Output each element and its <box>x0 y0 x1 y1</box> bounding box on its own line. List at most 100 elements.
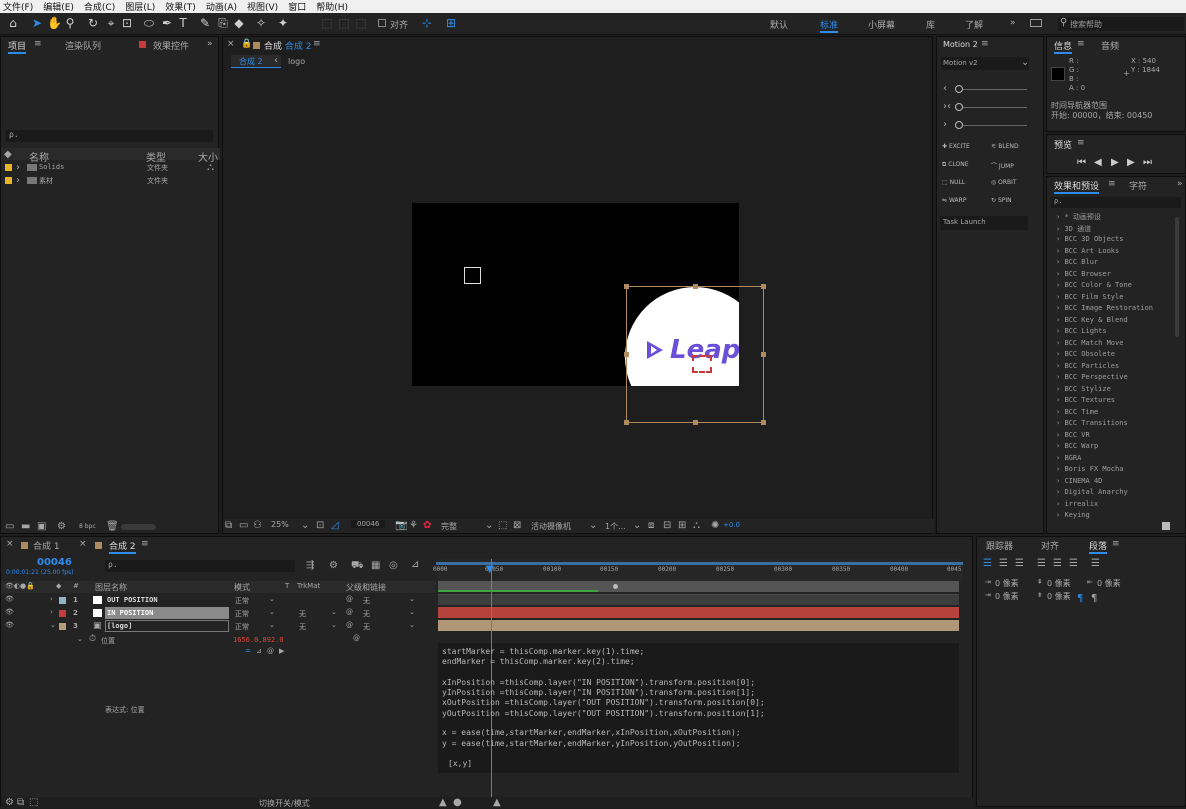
layer-name[interactable]: IN POSITION <box>107 609 153 617</box>
draft-3d-icon[interactable]: ⚙ <box>329 560 338 571</box>
views-select[interactable]: 1个... <box>605 521 626 532</box>
parent-select[interactable]: 无 <box>363 596 370 606</box>
slider-knob[interactable] <box>955 121 963 129</box>
effect-category[interactable]: › BCC Image Restoration <box>1056 304 1153 312</box>
zoom-out-icon[interactable]: ▲ <box>439 797 447 808</box>
menu-icon[interactable]: ≡ <box>313 39 321 49</box>
chevron-down-icon[interactable]: ⌄ <box>409 621 415 629</box>
space-after-value[interactable]: 0 像素 <box>1047 591 1071 602</box>
tab-preview[interactable]: 预览 <box>1054 138 1072 151</box>
vr-icon[interactable]: ⚇ <box>253 520 262 531</box>
align-center-icon[interactable]: ☰ <box>999 558 1008 569</box>
expression-graph-icon[interactable]: ⊿ <box>256 647 262 655</box>
trash-icon[interactable]: 🗑 <box>106 521 119 532</box>
workspace-standard[interactable]: 标准 <box>820 18 839 33</box>
expand-panes-icon[interactable]: ⧉ <box>17 797 24 808</box>
effect-category[interactable]: › BCC Blur <box>1056 258 1098 266</box>
mode-select[interactable]: 正常 <box>235 622 249 632</box>
panel-more-icon[interactable]: » <box>1177 179 1183 189</box>
chevron-down-icon[interactable]: ⌄ <box>77 635 83 643</box>
selection-tool-icon[interactable]: ➤ <box>30 16 44 30</box>
effects-search-input[interactable]: ρ. <box>1051 197 1181 208</box>
clone-stamp-tool-icon[interactable]: ⎘ <box>216 16 230 30</box>
menu-layer[interactable]: 图层(L) <box>125 0 155 13</box>
tab-effects-presets[interactable]: 效果和预设 <box>1054 179 1100 194</box>
transform-handle[interactable] <box>624 352 629 357</box>
col-t[interactable]: T <box>285 582 289 590</box>
snap-grid-icon[interactable]: ⊞ <box>444 16 458 30</box>
trkmat-select[interactable]: 无 <box>299 609 306 619</box>
chevron-down-icon[interactable]: ⌄ <box>50 621 56 629</box>
project-item[interactable]: › Solids 文件夹 ⛬ <box>1 162 220 174</box>
show-snapshot-icon[interactable]: ⚘ <box>409 520 418 531</box>
local-axis-icon[interactable]: ⬚ <box>320 16 334 30</box>
close-icon[interactable]: × <box>79 539 87 549</box>
brush-tool-icon[interactable]: ✎ <box>198 16 212 30</box>
type-tool-icon[interactable]: T <box>176 16 190 30</box>
breadcrumb-comp[interactable]: 合成 2 ‹ <box>231 55 281 68</box>
layer-name[interactable]: OUT POSITION <box>107 596 158 604</box>
transform-handle[interactable] <box>761 352 766 357</box>
tab-tracker[interactable]: 跟踪器 <box>986 539 1013 552</box>
project-settings-icon[interactable]: ⚙ <box>57 521 66 532</box>
exposure-icon[interactable]: ✺ <box>711 520 719 531</box>
effect-category[interactable]: › irrealix <box>1056 500 1098 508</box>
eye-icon[interactable]: 👁 <box>5 608 14 616</box>
puppet-tool-icon[interactable]: ✦ <box>276 16 290 30</box>
pickwhip-icon[interactable]: @ <box>346 608 353 616</box>
warp-button[interactable]: ⇋ WARP <box>942 197 966 204</box>
world-axis-icon[interactable]: ⬚ <box>337 16 351 30</box>
zoom-in-icon[interactable]: ▲ <box>493 797 501 808</box>
chevron-down-icon[interactable]: ⌄ <box>409 595 415 603</box>
next-frame-icon[interactable]: ▶ <box>1127 157 1135 168</box>
null-button[interactable]: ⬚ NULL <box>942 179 965 186</box>
resolution-select[interactable]: 完整 <box>441 521 457 532</box>
frame-blending-icon[interactable]: ▦ <box>371 560 380 571</box>
menu-icon[interactable]: ≡ <box>1112 539 1120 549</box>
ellipse-tool-icon[interactable]: ⬭ <box>142 16 156 30</box>
col-parent[interactable]: 父级和链接 <box>346 582 386 593</box>
excite-button[interactable]: ✚ EXCITE <box>942 143 970 150</box>
toggle-switches-modes[interactable]: 切换开关/模式 <box>259 798 310 809</box>
new-comp-icon[interactable]: ▣ <box>37 521 46 532</box>
layer-search-input[interactable]: ρ. <box>105 560 295 572</box>
new-preset-icon[interactable] <box>1162 522 1170 530</box>
safe-margins-icon[interactable]: ⊡ <box>316 520 324 531</box>
zoom-slider-knob[interactable]: ● <box>453 797 462 808</box>
new-folder-icon[interactable]: ▬ <box>21 521 30 532</box>
workspace-switch-icon[interactable] <box>1030 19 1042 27</box>
effect-category[interactable]: › Keying <box>1056 511 1090 519</box>
label-swatch[interactable] <box>59 597 66 604</box>
motion-version-select[interactable]: Motion v2 ⌄ <box>941 57 1029 70</box>
effect-category[interactable]: › BCC Key & Blend <box>1056 316 1128 324</box>
transparency-grid-icon[interactable]: ⊠ <box>513 520 521 531</box>
tab-render-queue[interactable]: 渲染队列 <box>65 39 101 52</box>
effect-category[interactable]: › BCC 3D Objects <box>1056 235 1123 243</box>
thumbnail-slider[interactable] <box>121 524 156 530</box>
menu-window[interactable]: 窗口 <box>288 0 306 13</box>
chevron-down-icon[interactable]: ⌄ <box>269 595 275 603</box>
ease-out-slider[interactable] <box>959 125 1027 126</box>
layer-bounding-box[interactable] <box>626 286 764 423</box>
menu-icon[interactable]: ≡ <box>1077 138 1085 148</box>
toggle-pixel-aspect-icon[interactable]: ⧈ <box>648 520 654 531</box>
timeline-icon[interactable]: ⊞ <box>678 520 686 531</box>
panel-more-icon[interactable]: » <box>207 39 213 49</box>
orbit-button[interactable]: ◎ ORBIT <box>991 179 1017 186</box>
rtl-text-icon[interactable]: ¶ <box>1091 593 1097 604</box>
bit-depth[interactable]: 8 bpc <box>79 523 96 530</box>
null-object-square[interactable] <box>464 267 481 284</box>
chevron-down-icon[interactable]: ⌄ <box>269 621 275 629</box>
search-help-input[interactable]: 搜索帮助 <box>1070 19 1102 30</box>
tab-info[interactable]: 信息 <box>1054 39 1073 54</box>
menu-composition[interactable]: 合成(C) <box>84 0 115 13</box>
motion-blur-icon[interactable]: ◎ <box>389 560 398 571</box>
transform-handle[interactable] <box>624 420 629 425</box>
ease-both-slider[interactable] <box>959 107 1027 108</box>
lock-icon[interactable]: 🔒 <box>241 39 252 49</box>
roto-brush-tool-icon[interactable]: ✧ <box>254 16 268 30</box>
mode-select[interactable]: 正常 <box>235 596 249 606</box>
chevron-down-icon[interactable]: ⌄ <box>269 608 275 616</box>
chevron-down-icon[interactable]: ⌄ <box>331 608 337 616</box>
chevron-down-icon[interactable]: ⌄ <box>409 608 415 616</box>
